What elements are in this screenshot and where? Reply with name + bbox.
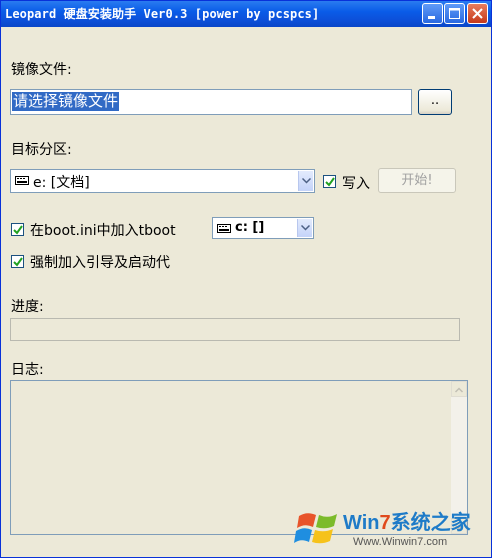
tboot-drive-select[interactable]: c: [] (212, 217, 314, 239)
watermark-url: Www.Winwin7.com (353, 536, 448, 548)
chevron-up-icon (454, 387, 464, 393)
minimize-icon (428, 16, 435, 19)
log-label: 日志: (11, 362, 44, 378)
image-file-label: 镜像文件: (11, 62, 72, 78)
checkmark-icon (13, 225, 23, 235)
minimize-button[interactable] (422, 3, 443, 24)
partition-select[interactable]: e: [文档] (10, 169, 315, 193)
maximize-icon (449, 8, 460, 19)
checkmark-icon (325, 177, 335, 187)
scroll-up-button[interactable] (451, 381, 467, 397)
tboot-drive-value: c: [] (235, 220, 265, 235)
close-button[interactable] (467, 3, 488, 24)
write-label: 写入 (342, 176, 370, 192)
tboot-label: 在boot.ini中加入tboot (30, 223, 176, 239)
close-icon (472, 8, 483, 19)
start-button-label: 开始! (401, 173, 433, 188)
client-area: 镜像文件: 请选择镜像文件 .. 目标分区: e: [文档] 写入 开始! 在b… (1, 27, 491, 557)
progress-label: 进度: (11, 299, 44, 315)
force-boot-label: 强制加入引导及启动代 (30, 255, 170, 271)
partition-select-arrow[interactable] (298, 171, 313, 191)
app-window: Leopard 硬盘安装助手 Ver0.3 [power by pcspcs] … (0, 0, 492, 558)
image-path-value: 请选择镜像文件 (12, 92, 120, 111)
watermark-brand-num: 7 (379, 512, 391, 534)
watermark-brand-prefix: Win (343, 512, 380, 534)
window-title: Leopard 硬盘安装助手 Ver0.3 [power by pcspcs] (5, 7, 320, 21)
image-path-input[interactable]: 请选择镜像文件 (10, 89, 412, 115)
maximize-button[interactable] (444, 3, 465, 24)
browse-button[interactable]: .. (418, 89, 452, 115)
windows-logo-icon (294, 513, 337, 544)
target-partition-label: 目标分区: (11, 142, 72, 158)
partition-select-value: e: [文档] (33, 175, 90, 191)
start-button[interactable]: 开始! (378, 168, 456, 193)
title-bar[interactable]: Leopard 硬盘安装助手 Ver0.3 [power by pcspcs] (1, 1, 491, 27)
browse-button-label: .. (430, 93, 440, 108)
chevron-down-icon (302, 178, 311, 184)
drive-icon (15, 176, 29, 185)
tboot-drive-arrow[interactable] (297, 219, 312, 237)
checkmark-icon (13, 257, 23, 267)
tboot-checkbox[interactable] (11, 223, 24, 236)
progress-bar (10, 318, 460, 341)
watermark-brand-suffix: 系统之家 (390, 512, 471, 534)
chevron-down-icon (301, 225, 310, 231)
write-checkbox[interactable] (323, 175, 336, 188)
drive-icon (217, 224, 231, 233)
watermark: Win7系统之家 Www.Winwin7.com (293, 498, 489, 556)
force-boot-checkbox[interactable] (11, 255, 24, 268)
